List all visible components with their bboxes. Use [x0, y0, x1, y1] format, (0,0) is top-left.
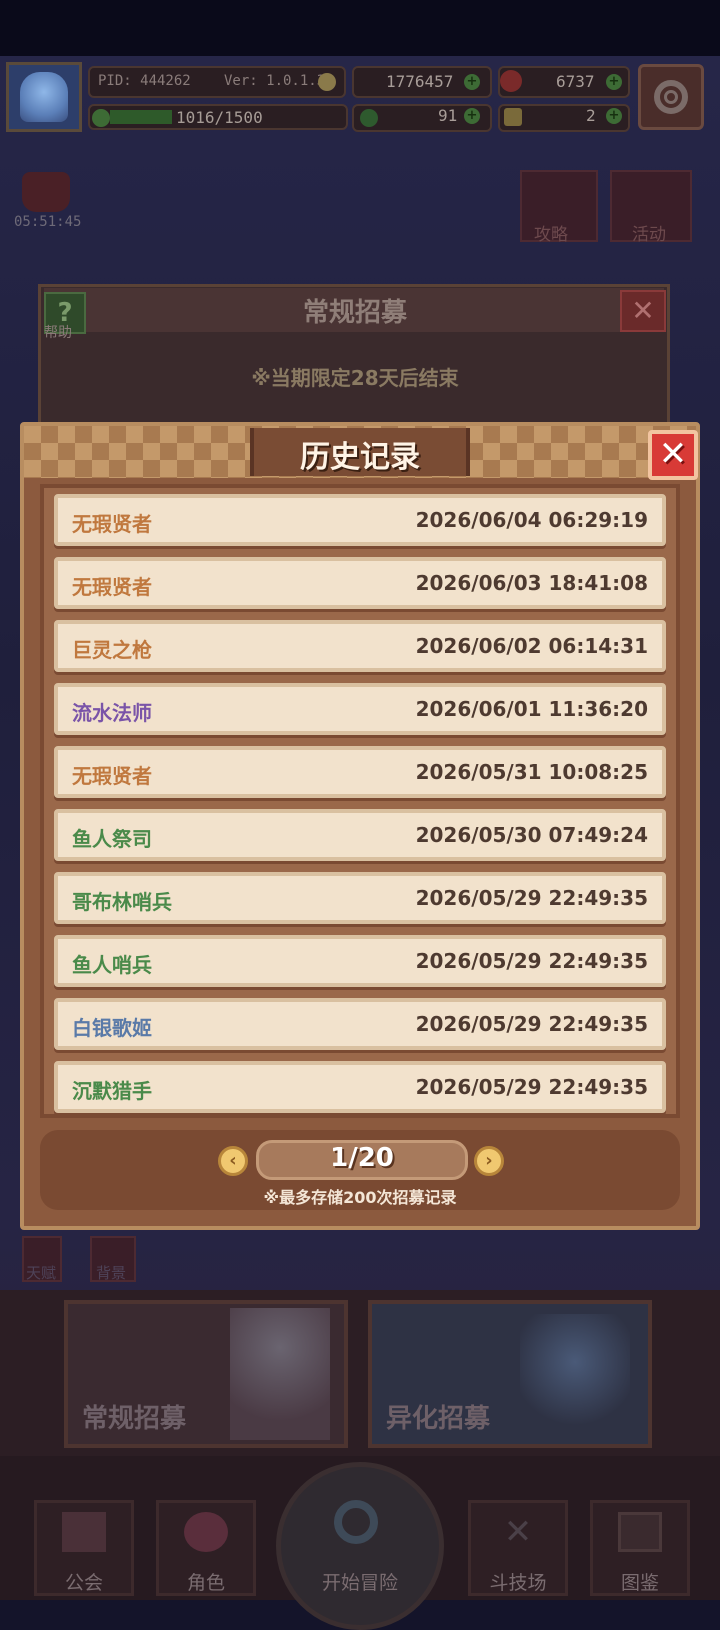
history-row: 哥布林哨兵 2026/05/29 22:49:35 [54, 872, 666, 924]
pid-text: PID: 444262 [98, 73, 191, 89]
hero-name: 哥布林哨兵 [72, 890, 172, 914]
recruit-time: 2026/06/02 06:14:31 [415, 634, 648, 658]
hero-name: 流水法师 [72, 701, 152, 725]
recruit-time: 2026/05/29 22:49:35 [415, 1012, 648, 1036]
coin-icon [318, 73, 336, 91]
ticket-amount: 2 [586, 106, 596, 125]
add-gold-icon[interactable]: + [464, 74, 480, 90]
hero-name: 无瑕贤者 [72, 512, 152, 536]
arrow-right-icon[interactable]: › [474, 1146, 504, 1176]
start-adventure-button[interactable] [276, 1462, 444, 1630]
arrow-left-icon[interactable]: ‹ [218, 1146, 248, 1176]
gem-amount: 6737 [556, 72, 595, 91]
recruit-time: 2026/05/30 07:49:24 [415, 823, 648, 847]
start-adventure-label: 开始冒险 [321, 1572, 398, 1594]
hero-name: 无瑕贤者 [72, 575, 152, 599]
history-row: 沉默猎手 2026/05/29 22:49:35 [54, 1061, 666, 1113]
gold-amount: 1776457 [386, 72, 454, 91]
xp-icon [92, 109, 110, 127]
status-strip [0, 0, 720, 56]
swords-icon: ✕ [503, 1512, 533, 1552]
codex-icon [618, 1512, 662, 1552]
page-number: 1/20 [330, 1143, 394, 1173]
background-label: 背景 [96, 1264, 127, 1282]
mutant-recruit-art [520, 1314, 630, 1434]
close-icon[interactable]: ✕ [648, 430, 698, 480]
gift-timer: 05:51:45 [14, 214, 82, 230]
history-row: 流水法师 2026/06/01 11:36:20 [54, 683, 666, 735]
recruit-time: 2026/06/03 18:41:08 [415, 571, 648, 595]
talent-label: 天赋 [26, 1264, 57, 1282]
history-row: 无瑕贤者 2026/06/04 06:29:19 [54, 494, 666, 546]
nav-codex-label: 图鉴 [620, 1572, 659, 1594]
regular-recruit-art [230, 1308, 330, 1440]
recruit-dialog-title: 常规招募 [302, 298, 407, 328]
hero-name: 鱼人哨兵 [72, 953, 152, 977]
version-text: Ver: 1.0.1.3 [224, 73, 326, 89]
clover-icon [360, 109, 378, 127]
history-row: 白银歌姬 2026/05/29 22:49:35 [54, 998, 666, 1050]
avatar-portrait [20, 72, 68, 122]
add-gem-icon[interactable]: + [606, 74, 622, 90]
nav-character-label: 角色 [186, 1572, 225, 1594]
history-row: 鱼人哨兵 2026/05/29 22:49:35 [54, 935, 666, 987]
hero-name: 巨灵之枪 [72, 638, 152, 662]
hero-name: 鱼人祭司 [72, 827, 152, 851]
recruit-time: 2026/05/29 22:49:35 [415, 886, 648, 910]
history-row: 巨灵之枪 2026/06/02 06:14:31 [54, 620, 666, 672]
xp-fill [110, 110, 172, 124]
help-label: 帮助 [44, 325, 72, 341]
history-title: 历史记录 [300, 440, 420, 475]
hero-name: 沉默猎手 [72, 1079, 152, 1103]
history-row: 无瑕贤者 2026/06/03 18:41:08 [54, 557, 666, 609]
gem-icon [500, 70, 522, 92]
event-label: 活动 [632, 225, 666, 245]
limited-note: ※当期限定28天后结束 [251, 366, 459, 390]
recruit-close-icon[interactable]: ✕ [620, 290, 666, 332]
gear-center [664, 90, 678, 104]
recruit-time: 2026/06/01 11:36:20 [415, 697, 648, 721]
hero-name: 白银歌姬 [72, 1016, 152, 1040]
hero-name: 无瑕贤者 [72, 764, 152, 788]
character-icon [184, 1512, 228, 1552]
recruit-time: 2026/05/29 22:49:35 [415, 949, 648, 973]
recruit-time: 2026/05/31 10:08:25 [415, 760, 648, 784]
guild-icon [62, 1512, 106, 1552]
clover-amount: 91 [438, 106, 458, 125]
magnifier-icon [334, 1500, 378, 1544]
recruit-time: 2026/05/29 22:49:35 [415, 1075, 648, 1099]
regular-recruit-label: 常规招募 [82, 1404, 187, 1434]
storage-note: ※最多存储200次招募记录 [263, 1188, 457, 1207]
gift-icon[interactable] [22, 172, 70, 212]
add-clover-icon[interactable]: + [464, 108, 480, 124]
mutant-recruit-label: 异化招募 [386, 1404, 491, 1434]
ticket-icon [504, 108, 522, 126]
nav-guild-label: 公会 [64, 1572, 103, 1594]
add-ticket-icon[interactable]: + [606, 108, 622, 124]
history-row: 鱼人祭司 2026/05/30 07:49:24 [54, 809, 666, 861]
guide-label: 攻略 [534, 225, 568, 245]
recruit-time: 2026/06/04 06:29:19 [415, 508, 648, 532]
history-row: 无瑕贤者 2026/05/31 10:08:25 [54, 746, 666, 798]
nav-arena-label: 斗技场 [489, 1572, 547, 1594]
xp-text: 1016/1500 [176, 108, 263, 127]
